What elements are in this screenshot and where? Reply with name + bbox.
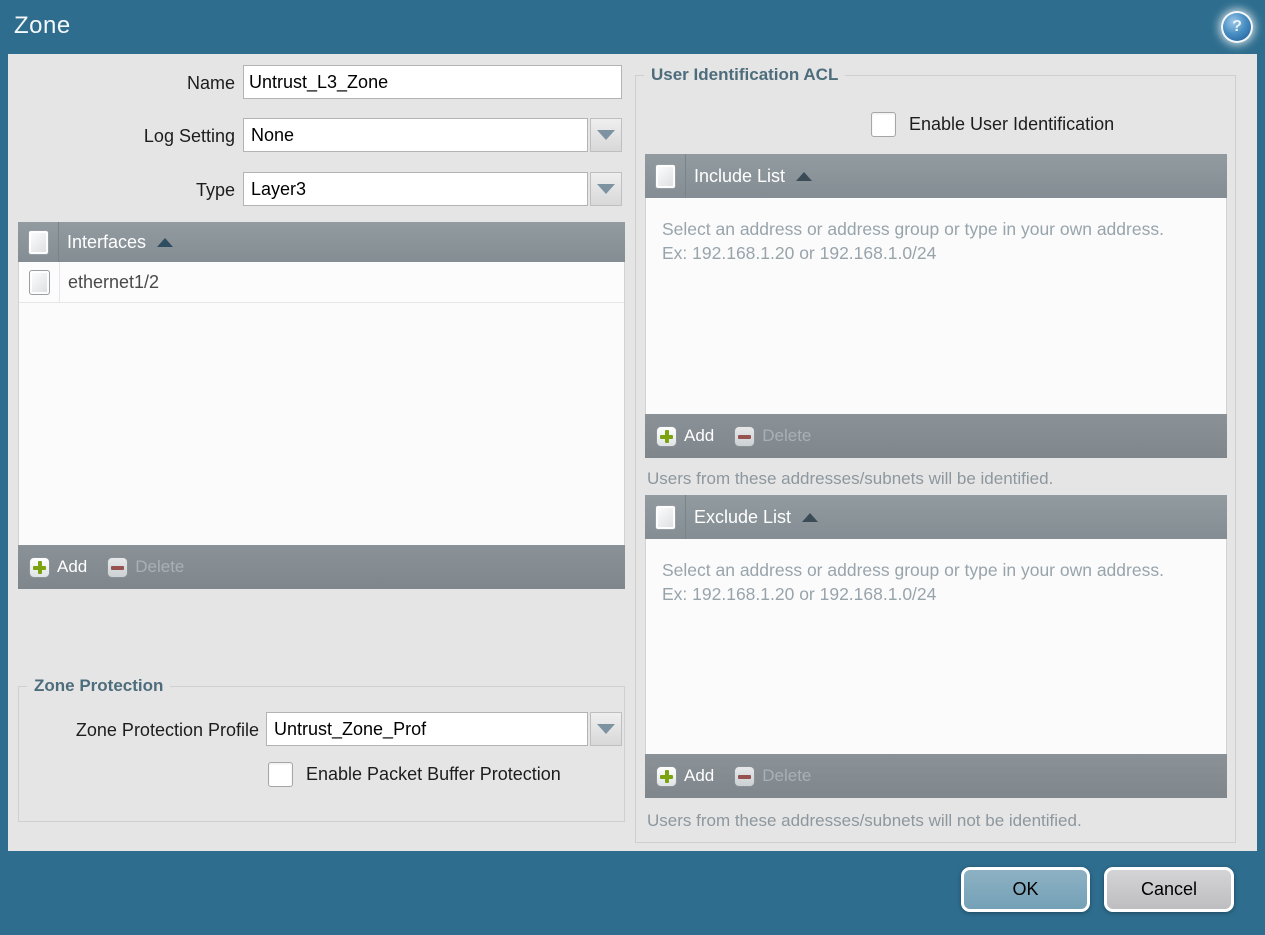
packet-buffer-protection-label: Enable Packet Buffer Protection: [306, 764, 561, 784]
interfaces-column-header[interactable]: Interfaces: [67, 222, 174, 262]
interfaces-table: Interfaces ethernet1/2 Add Delete: [18, 222, 625, 589]
help-icon[interactable]: ?: [1221, 11, 1253, 43]
interfaces-table-header: Interfaces: [18, 222, 625, 262]
include-list-footer: Add Delete: [645, 414, 1227, 458]
exclude-column-label: Exclude List: [694, 506, 792, 527]
row-checkbox[interactable]: [28, 269, 50, 295]
add-button-label: Add: [57, 557, 88, 576]
include-select-all-checkbox[interactable]: [654, 163, 676, 189]
minus-icon: [734, 765, 756, 787]
chevron-down-icon: [597, 724, 615, 734]
plus-icon: [656, 425, 677, 447]
dialog-titlebar: Zone ?: [0, 0, 1265, 54]
exclude-column-header[interactable]: Exclude List: [694, 495, 819, 539]
delete-button[interactable]: Delete: [107, 556, 185, 578]
log-setting-label: Log Setting: [143, 126, 235, 146]
exclude-placeholder-text: Select an address or address group or ty…: [662, 560, 1164, 605]
interfaces-table-footer: Add Delete: [18, 545, 625, 589]
sort-ascending-icon: [157, 237, 174, 247]
plus-icon: [29, 556, 50, 578]
dialog-body: Name Log Setting None Type Layer3 Interf…: [8, 54, 1257, 851]
interfaces-table-body: ethernet1/2: [18, 262, 625, 545]
delete-button-label: Delete: [135, 557, 185, 576]
zone-protection-profile-select[interactable]: Untrust_Zone_Prof: [266, 712, 622, 746]
include-column-header[interactable]: Include List: [694, 154, 813, 198]
add-button-label: Add: [684, 426, 715, 445]
packet-buffer-protection-row: Enable Packet Buffer Protection: [268, 762, 561, 787]
delete-button[interactable]: Delete: [734, 765, 812, 787]
zone-protection-profile-label: Zone Protection Profile: [75, 720, 259, 740]
sort-ascending-icon: [802, 512, 819, 522]
interfaces-select-all-cell: [18, 222, 59, 262]
sort-ascending-icon: [796, 171, 813, 181]
minus-icon: [734, 425, 756, 447]
name-input[interactable]: [243, 65, 622, 99]
question-mark-glyph: ?: [1232, 18, 1242, 35]
enable-user-identification-row: Enable User Identification: [871, 112, 1114, 137]
exclude-list-table: Exclude List Select an address or addres…: [645, 495, 1227, 798]
include-list-header: Include List: [645, 154, 1227, 198]
minus-icon: [107, 556, 129, 578]
plus-icon: [656, 765, 677, 787]
user-identification-legend: User Identification ACL: [644, 65, 846, 85]
ok-button-label: OK: [1012, 879, 1039, 899]
type-select[interactable]: Layer3: [243, 172, 622, 206]
exclude-list-footer: Add Delete: [645, 754, 1227, 798]
exclude-select-all-cell: [645, 495, 686, 539]
zone-protection-profile-value: Untrust_Zone_Prof: [266, 712, 588, 746]
enable-user-identification-label: Enable User Identification: [909, 114, 1115, 134]
interfaces-select-all-checkbox[interactable]: [27, 229, 49, 255]
cancel-button-label: Cancel: [1140, 879, 1198, 899]
type-value: Layer3: [243, 172, 588, 206]
include-placeholder-text: Select an address or address group or ty…: [662, 219, 1164, 264]
zone-protection-section: Zone Protection Zone Protection Profile …: [18, 676, 625, 822]
chevron-down-icon: [597, 184, 615, 194]
include-list-body[interactable]: Select an address or address group or ty…: [645, 198, 1227, 414]
exclude-list-header: Exclude List: [645, 495, 1227, 539]
row-checkbox-cell: [19, 262, 60, 302]
include-list-note: Users from these addresses/subnets will …: [647, 469, 1054, 488]
zone-protection-profile-dropdown-button[interactable]: [590, 712, 622, 746]
chevron-down-icon: [597, 130, 615, 140]
cancel-button[interactable]: Cancel: [1104, 867, 1234, 912]
log-setting-dropdown-button[interactable]: [590, 118, 622, 152]
include-list-table: Include List Select an address or addres…: [645, 154, 1227, 458]
add-button[interactable]: Add: [29, 556, 88, 578]
packet-buffer-protection-checkbox[interactable]: [268, 762, 293, 787]
exclude-list-body[interactable]: Select an address or address group or ty…: [645, 539, 1227, 754]
add-button[interactable]: Add: [656, 425, 715, 447]
table-row[interactable]: ethernet1/2: [19, 262, 624, 303]
ok-button[interactable]: OK: [961, 867, 1090, 912]
include-column-label: Include List: [694, 165, 786, 186]
log-setting-value: None: [243, 118, 588, 152]
add-button-label: Add: [684, 766, 715, 785]
zone-protection-legend: Zone Protection: [27, 676, 171, 696]
enable-user-identification-checkbox[interactable]: [871, 112, 896, 137]
exclude-select-all-checkbox[interactable]: [654, 504, 676, 530]
delete-button-label: Delete: [762, 766, 812, 785]
include-select-all-cell: [645, 154, 686, 198]
type-dropdown-button[interactable]: [590, 172, 622, 206]
delete-button[interactable]: Delete: [734, 425, 812, 447]
exclude-list-note: Users from these addresses/subnets will …: [647, 811, 1082, 830]
page-title: Zone: [14, 12, 71, 39]
name-label: Name: [186, 73, 235, 93]
interfaces-column-label: Interfaces: [67, 231, 147, 252]
log-setting-select[interactable]: None: [243, 118, 622, 152]
type-label: Type: [195, 180, 235, 200]
user-identification-section: User Identification ACL Enable User Iden…: [635, 65, 1236, 843]
delete-button-label: Delete: [762, 426, 812, 445]
add-button[interactable]: Add: [656, 765, 715, 787]
interface-name-cell: ethernet1/2: [68, 271, 160, 292]
